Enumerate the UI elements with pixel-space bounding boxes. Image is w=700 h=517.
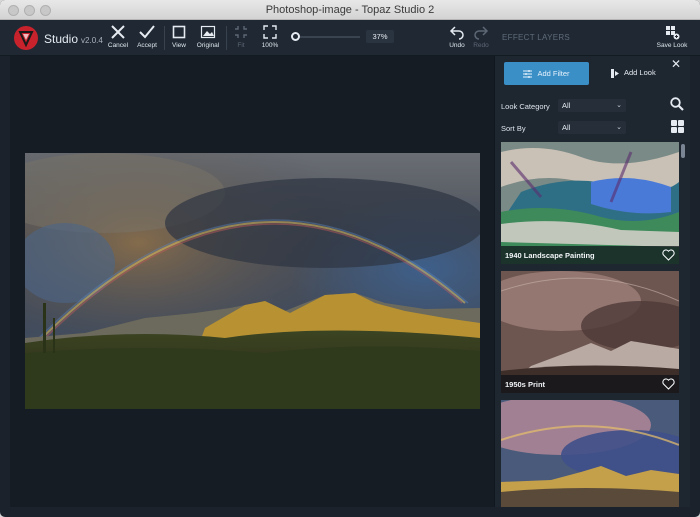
square-view-icon bbox=[172, 25, 186, 39]
zoom-100-button[interactable]: 100% bbox=[250, 24, 290, 54]
close-icon bbox=[111, 25, 125, 39]
looks-scrollbar[interactable] bbox=[681, 144, 685, 158]
look-card[interactable]: 1950s Print bbox=[501, 271, 679, 393]
zoom-slider-handle[interactable] bbox=[291, 32, 300, 41]
look-category-label: Look Category bbox=[501, 102, 550, 111]
filter-sliders-icon bbox=[523, 70, 533, 79]
app-name: Studio v2.0.4 bbox=[44, 32, 103, 46]
sort-by-value: All bbox=[562, 123, 571, 132]
chevron-down-icon: ⌄ bbox=[616, 102, 622, 109]
checkmark-icon bbox=[139, 25, 155, 39]
expand-icon bbox=[263, 25, 277, 39]
image-icon bbox=[200, 25, 216, 39]
effect-layers-panel: ✕ Add Filter Add Look Look Category All … bbox=[494, 56, 690, 507]
zoom-slider-track[interactable] bbox=[292, 36, 360, 38]
looks-list: 1940 Landscape Painting 1950s Print bbox=[501, 142, 679, 507]
add-look-button[interactable]: Add Look bbox=[611, 68, 656, 78]
look-card[interactable]: 1940 Landscape Painting bbox=[501, 142, 679, 264]
close-panel-icon[interactable]: ✕ bbox=[671, 57, 681, 71]
sort-by-select[interactable]: All ⌄ bbox=[558, 121, 626, 134]
grid-view-icon[interactable] bbox=[671, 120, 684, 133]
look-category-value: All bbox=[562, 101, 571, 110]
topaz-logo-icon bbox=[14, 26, 38, 50]
search-icon[interactable] bbox=[670, 97, 684, 111]
window-title: Photoshop-image - Topaz Studio 2 bbox=[265, 4, 435, 16]
look-caption: 1940 Landscape Painting bbox=[501, 246, 679, 264]
zoom-100-label: 100% bbox=[261, 42, 279, 49]
add-look-icon bbox=[611, 68, 619, 78]
redo-icon bbox=[474, 26, 489, 40]
save-look-button[interactable]: Save Look bbox=[652, 24, 692, 54]
add-filter-button[interactable]: Add Filter bbox=[504, 62, 589, 85]
fit-icon bbox=[235, 26, 247, 38]
sort-by-label: Sort By bbox=[501, 124, 526, 133]
look-name: 1940 Landscape Painting bbox=[505, 251, 595, 260]
chevron-down-icon: ⌄ bbox=[616, 124, 622, 131]
heart-icon[interactable] bbox=[662, 249, 675, 261]
look-name: 1950s Print bbox=[505, 380, 546, 389]
look-thumbnail bbox=[501, 400, 679, 507]
heart-icon[interactable] bbox=[662, 378, 675, 390]
look-caption: 1950s Print bbox=[501, 375, 679, 393]
landscape-photo bbox=[25, 153, 480, 409]
look-card[interactable] bbox=[501, 400, 679, 507]
add-filter-label: Add Filter bbox=[537, 69, 570, 78]
toolbar: Studio v2.0.4 Cancel Accept View Original… bbox=[0, 20, 700, 56]
title-bar: Photoshop-image - Topaz Studio 2 bbox=[0, 0, 700, 20]
redo-label: Redo bbox=[473, 42, 489, 49]
add-look-label: Add Look bbox=[624, 68, 656, 77]
redo-button[interactable]: Redo bbox=[461, 24, 501, 54]
image-canvas[interactable] bbox=[10, 56, 494, 507]
app-window: Photoshop-image - Topaz Studio 2 Studio v… bbox=[0, 0, 700, 517]
look-category-select[interactable]: All ⌄ bbox=[558, 99, 626, 112]
zoom-value-field[interactable]: 37% bbox=[366, 30, 394, 43]
save-look-label: Save Look bbox=[656, 42, 688, 49]
panel-title: EFFECT LAYERS bbox=[502, 33, 571, 42]
save-look-icon bbox=[666, 26, 680, 40]
